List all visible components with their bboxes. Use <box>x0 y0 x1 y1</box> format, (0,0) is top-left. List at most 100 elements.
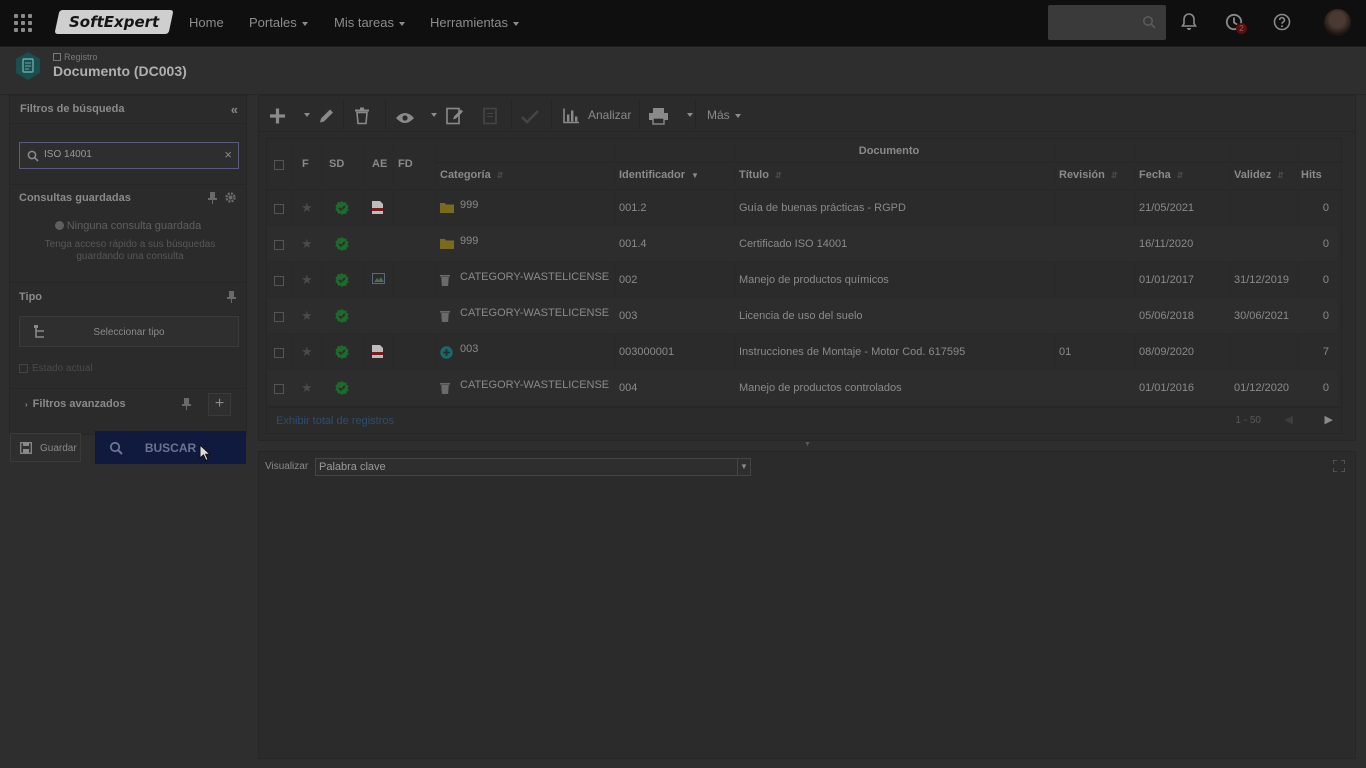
page-header: Registro Documento (DC003) <box>0 47 1366 95</box>
cell-fecha: 08/09/2020 <box>1139 346 1195 358</box>
analyze-button[interactable]: Analizar <box>588 108 631 128</box>
advanced-filters-toggle[interactable]: › Filtros avanzados <box>25 398 126 410</box>
next-page-icon[interactable]: ▶ <box>1325 413 1333 426</box>
table-row[interactable]: ★ CATEGORY-WASTELICENSE 003 Licencia de uso… <box>267 298 1337 334</box>
row-checkbox[interactable] <box>274 240 284 250</box>
col-revision[interactable]: Revisión ⇵ <box>1059 169 1118 181</box>
saved-queries-empty: Ninguna consulta guardada <box>10 220 246 232</box>
breadcrumb[interactable]: Registro <box>53 52 98 62</box>
star-icon[interactable]: ★ <box>301 272 313 288</box>
col-validez[interactable]: Validez ⇵ <box>1234 169 1284 181</box>
help-icon[interactable] <box>1273 13 1291 31</box>
col-fecha[interactable]: Fecha ⇵ <box>1139 169 1184 181</box>
tasks-icon[interactable]: 2 <box>1225 13 1247 35</box>
print-dropdown-icon[interactable] <box>687 113 693 117</box>
col-fd[interactable]: FD <box>398 158 413 170</box>
cell-titulo: Licencia de uso del suelo <box>739 310 863 322</box>
table-row[interactable]: ★ 999 001.4 Certificado ISO 14001 16/11/2020… <box>267 226 1337 262</box>
user-avatar[interactable] <box>1324 9 1351 36</box>
save-button[interactable]: Guardar <box>10 433 81 462</box>
nav-home[interactable]: Home <box>189 15 224 30</box>
row-checkbox[interactable] <box>274 384 284 394</box>
cell-fecha: 05/06/2018 <box>1139 310 1195 322</box>
chevron-right-icon: › <box>25 400 28 409</box>
table-row[interactable]: ★ CATEGORY-WASTELICENSE 002 Manejo de produ… <box>267 262 1337 298</box>
table-row[interactable]: ★ 003 003000001 Instrucciones de Montaje - … <box>267 334 1337 370</box>
gear-icon[interactable] <box>224 191 237 204</box>
edit-document-icon[interactable] <box>446 106 463 126</box>
sort-desc-icon: ▼ <box>691 171 699 180</box>
cell-hits: 0 <box>1322 310 1329 322</box>
col-sd[interactable]: SD <box>329 158 344 170</box>
check-icon[interactable] <box>521 107 539 127</box>
more-button[interactable]: Más <box>707 108 741 128</box>
chevron-down-icon <box>734 113 741 118</box>
group-header: Documento <box>858 145 920 157</box>
softexpert-logo[interactable]: SoftExpert <box>54 10 174 34</box>
pin-icon[interactable] <box>208 192 217 204</box>
col-ae[interactable]: AE <box>372 158 387 170</box>
status-check-icon <box>335 273 349 287</box>
col-categoria[interactable]: Categoría ⇵ <box>440 169 503 181</box>
cell-titulo: Manejo de productos químicos <box>739 274 889 286</box>
prev-page-icon[interactable]: ◀ <box>1285 413 1293 426</box>
row-checkbox[interactable] <box>274 312 284 322</box>
print-icon[interactable] <box>649 106 668 126</box>
row-checkbox[interactable] <box>274 348 284 358</box>
visualize-label: Visualizar <box>265 461 309 472</box>
bell-icon[interactable] <box>1181 13 1197 31</box>
edit-icon[interactable] <box>318 106 335 126</box>
col-titulo[interactable]: Título ⇵ <box>739 169 782 181</box>
table-row[interactable]: ★ 999 001.2 Guía de buenas prácticas - RGPD… <box>267 190 1337 226</box>
view-dropdown-icon[interactable] <box>431 113 437 117</box>
visualize-select[interactable]: Palabra clave ▼ <box>315 458 751 476</box>
apps-grid-icon[interactable] <box>14 14 32 32</box>
col-hits[interactable]: Hits <box>1301 169 1322 181</box>
nav-portales[interactable]: Portales <box>249 15 308 30</box>
col-identificador[interactable]: Identificador ▼ <box>619 169 699 181</box>
trash-icon <box>440 310 450 325</box>
view-icon[interactable] <box>395 108 415 128</box>
table-row[interactable]: ★ CATEGORY-WASTELICENSE 004 Manejo de produ… <box>267 370 1337 406</box>
document-list-panel: Analizar Más Documento F SD AE FD Catego… <box>258 95 1356 441</box>
pin-icon[interactable] <box>227 291 236 303</box>
document-module-icon <box>16 52 40 80</box>
star-icon[interactable]: ★ <box>301 236 313 252</box>
mouse-cursor-icon <box>199 444 212 462</box>
pdf-icon[interactable] <box>372 345 383 361</box>
pdf-icon[interactable] <box>372 201 383 217</box>
saved-queries-hint: Tenga acceso rápido a sus búsquedas guar… <box>44 239 216 262</box>
nav-herramientas[interactable]: Herramientas <box>430 15 520 30</box>
global-search-input[interactable] <box>1048 5 1166 40</box>
select-all-checkbox[interactable] <box>274 160 284 170</box>
current-status-checkbox[interactable]: Estado actual <box>19 363 93 374</box>
status-check-icon <box>335 201 349 215</box>
show-total-link[interactable]: Exhibir total de registros <box>276 415 394 427</box>
table-footer: Exhibir total de registros 1 - 50 ◀ ▶ <box>266 408 1342 434</box>
add-icon[interactable] <box>269 106 286 126</box>
filters-header: Filtros de búsqueda « <box>10 96 246 124</box>
splitter-handle[interactable]: ▼ <box>804 441 811 448</box>
cell-validez: 31/12/2019 <box>1234 274 1290 286</box>
clear-icon[interactable]: × <box>224 147 232 162</box>
star-icon[interactable]: ★ <box>301 344 313 360</box>
col-favorite[interactable]: F <box>302 158 309 170</box>
nav-mis-tareas[interactable]: Mis tareas <box>334 15 405 30</box>
add-filter-button[interactable]: + <box>208 393 231 416</box>
star-icon[interactable]: ★ <box>301 200 313 216</box>
pin-icon[interactable] <box>182 398 191 410</box>
star-icon[interactable]: ★ <box>301 308 313 324</box>
collapse-icon[interactable]: « <box>231 102 238 117</box>
search-button[interactable]: BUSCAR <box>95 431 246 464</box>
image-icon[interactable] <box>372 273 385 287</box>
filter-search-input[interactable]: ISO 14001 × <box>19 142 239 169</box>
document-disabled-icon[interactable] <box>483 106 497 126</box>
row-checkbox[interactable] <box>274 204 284 214</box>
row-checkbox[interactable] <box>274 276 284 286</box>
select-type-button[interactable]: Seleccionar tipo <box>19 316 239 347</box>
expand-icon[interactable] <box>1333 460 1345 472</box>
tasks-badge: 2 <box>1236 23 1247 34</box>
star-icon[interactable]: ★ <box>301 380 313 396</box>
add-dropdown-icon[interactable] <box>304 113 310 117</box>
delete-icon[interactable] <box>354 106 370 126</box>
